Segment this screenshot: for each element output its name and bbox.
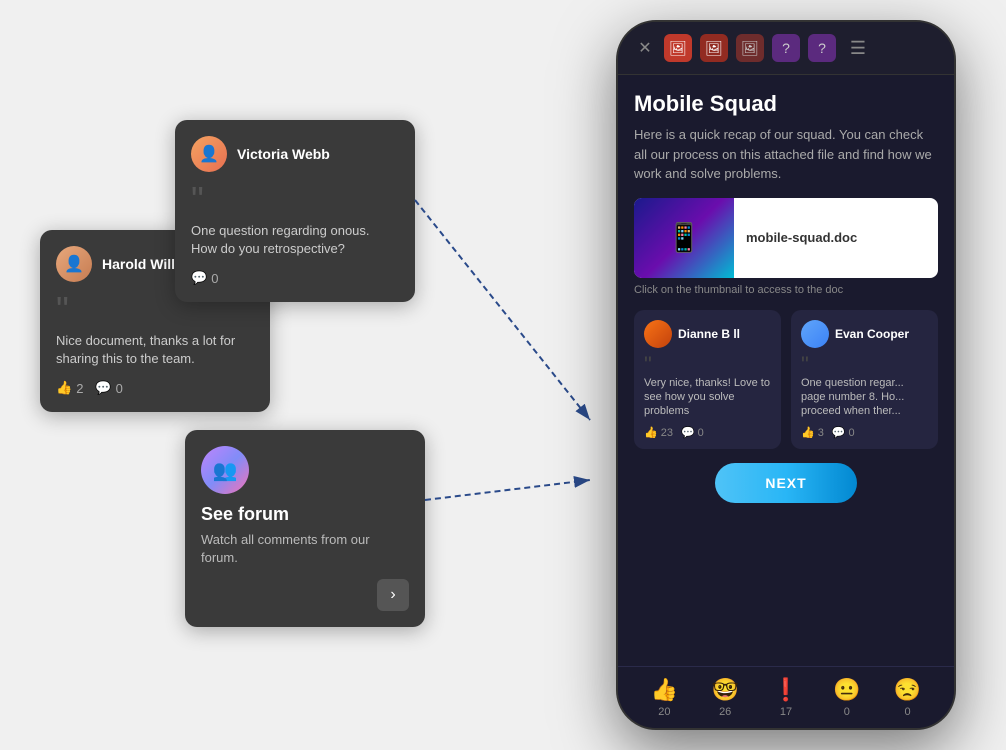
evan-quote: " bbox=[801, 354, 928, 376]
victoria-card-header: 👤 Victoria Webb bbox=[191, 136, 399, 172]
victoria-card: 👤 Victoria Webb " One question regarding… bbox=[175, 120, 415, 302]
reaction-exclaim[interactable]: ❗ 17 bbox=[772, 677, 799, 718]
attachment-info: mobile-squad.doc bbox=[734, 198, 938, 278]
evan-avatar bbox=[801, 320, 829, 348]
next-button[interactable]: NEXT bbox=[715, 463, 856, 503]
attachment-card[interactable]: 📱 mobile-squad.doc bbox=[634, 198, 938, 278]
thumb-icon: 👍 bbox=[644, 426, 658, 439]
neutral-emoji: 😐 bbox=[833, 677, 860, 703]
dianne-text: Very nice, thanks! Love to see how you s… bbox=[644, 376, 771, 419]
comment-dianne: Dianne B ll " Very nice, thanks! Love to… bbox=[634, 310, 781, 450]
victoria-name: Victoria Webb bbox=[237, 146, 330, 162]
reaction-neutral[interactable]: 😐 0 bbox=[833, 677, 860, 718]
dianne-name: Dianne B ll bbox=[678, 327, 740, 341]
evan-comments: 💬 0 bbox=[832, 426, 855, 439]
dianne-likes: 👍 23 bbox=[644, 426, 673, 439]
reaction-nerd[interactable]: 🤓 26 bbox=[711, 677, 738, 718]
neutral-count: 0 bbox=[844, 706, 850, 718]
comment-icon: 💬 bbox=[832, 426, 846, 439]
reaction-thumb[interactable]: 👍 20 bbox=[651, 677, 678, 718]
harold-comments: 💬 0 bbox=[95, 380, 122, 396]
reaction-unamused[interactable]: 😒 0 bbox=[894, 677, 921, 718]
exclaim-count: 17 bbox=[780, 706, 792, 718]
thumb-icon: 👍 bbox=[801, 426, 815, 439]
nerd-emoji: 🤓 bbox=[711, 677, 738, 703]
dianne-comments: 💬 0 bbox=[681, 426, 704, 439]
post-title: Mobile Squad bbox=[634, 91, 938, 117]
topbar-btn-5[interactable]: ? bbox=[808, 34, 836, 62]
evan-actions: 👍 3 💬 0 bbox=[801, 426, 928, 439]
evan-text: One question regar... page number 8. Ho.… bbox=[801, 376, 928, 419]
harold-avatar: 👤 bbox=[56, 246, 92, 282]
thumb-icon: 👍 bbox=[56, 380, 72, 396]
topbar-btn-4[interactable]: ? bbox=[772, 34, 800, 62]
comment-icon: 💬 bbox=[95, 380, 111, 396]
phone-reactions: 👍 20 🤓 26 ❗ 17 😐 0 😒 0 bbox=[618, 666, 954, 728]
menu-button[interactable]: ☰ bbox=[844, 34, 872, 62]
dianne-header: Dianne B ll bbox=[644, 320, 771, 348]
comment-evan: Evan Cooper " One question regar... page… bbox=[791, 310, 938, 450]
thumb-count: 20 bbox=[658, 706, 670, 718]
victoria-avatar: 👤 bbox=[191, 136, 227, 172]
dianne-actions: 👍 23 💬 0 bbox=[644, 426, 771, 439]
evan-header: Evan Cooper bbox=[801, 320, 928, 348]
comments-row: Dianne B ll " Very nice, thanks! Love to… bbox=[634, 310, 938, 450]
evan-name: Evan Cooper bbox=[835, 327, 909, 341]
arrow-victoria bbox=[415, 200, 590, 420]
forum-avatar: 👥 bbox=[201, 446, 249, 494]
exclaim-emoji: ❗ bbox=[772, 677, 799, 703]
topbar-btn-3[interactable]: 🖼 bbox=[736, 34, 764, 62]
evan-likes: 👍 3 bbox=[801, 426, 824, 439]
attachment-name: mobile-squad.doc bbox=[746, 230, 857, 245]
phone-topbar: ✕ 🖼 🖼 🖼 ? ? ☰ bbox=[618, 22, 954, 75]
close-button[interactable]: ✕ bbox=[634, 37, 656, 59]
comment-icon: 💬 bbox=[681, 426, 695, 439]
harold-likes: 👍 2 bbox=[56, 380, 83, 396]
forum-arrow-button[interactable]: › bbox=[377, 579, 409, 611]
attachment-caption: Click on the thumbnail to access to the … bbox=[634, 284, 938, 296]
comment-icon: 💬 bbox=[191, 270, 207, 286]
phone: ✕ 🖼 🖼 🖼 ? ? ☰ Mobile Squad Here is a qui… bbox=[616, 20, 956, 730]
victoria-text: One question regarding onous. How do you… bbox=[191, 222, 399, 258]
phone-wrapper: ✕ 🖼 🖼 🖼 ? ? ☰ Mobile Squad Here is a qui… bbox=[616, 20, 956, 730]
phone-content[interactable]: Mobile Squad Here is a quick recap of ou… bbox=[618, 75, 954, 666]
dianne-avatar bbox=[644, 320, 672, 348]
nerd-count: 26 bbox=[719, 706, 731, 718]
phone-icon: 📱 bbox=[667, 221, 702, 254]
victoria-quote-mark: " bbox=[191, 182, 399, 218]
topbar-btn-1[interactable]: 🖼 bbox=[664, 34, 692, 62]
harold-actions: 👍 2 💬 0 bbox=[56, 380, 254, 396]
arrow-forum bbox=[425, 480, 590, 500]
attachment-thumbnail[interactable]: 📱 bbox=[634, 198, 734, 278]
thumb-emoji: 👍 bbox=[651, 677, 678, 703]
topbar-btn-2[interactable]: 🖼 bbox=[700, 34, 728, 62]
victoria-actions: 💬 0 bbox=[191, 270, 399, 286]
victoria-comments: 💬 0 bbox=[191, 270, 218, 286]
forum-desc: Watch all comments from our forum. bbox=[201, 531, 409, 567]
forum-arrow-area: › bbox=[201, 579, 409, 611]
harold-text: Nice document, thanks a lot for sharing … bbox=[56, 332, 254, 368]
forum-title: See forum bbox=[201, 504, 409, 525]
unamused-count: 0 bbox=[905, 706, 911, 718]
post-desc: Here is a quick recap of our squad. You … bbox=[634, 125, 938, 184]
forum-card: 👥 See forum Watch all comments from our … bbox=[185, 430, 425, 627]
dianne-quote: " bbox=[644, 354, 771, 376]
unamused-emoji: 😒 bbox=[894, 677, 921, 703]
